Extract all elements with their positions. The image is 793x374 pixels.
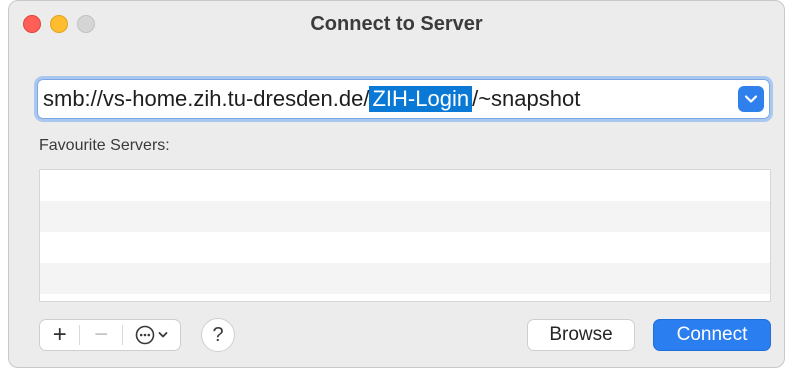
- connect-button[interactable]: Connect: [653, 319, 771, 351]
- question-mark-icon: ?: [212, 323, 224, 346]
- help-button[interactable]: ?: [201, 318, 235, 352]
- list-row: [40, 294, 770, 301]
- address-suffix: /~snapshot: [472, 86, 581, 111]
- title-bar: Connect to Server: [9, 1, 784, 47]
- favourite-servers-list[interactable]: [39, 169, 771, 302]
- chevron-down-icon: [744, 95, 758, 103]
- connect-to-server-window: Connect to Server smb://vs-home.zih.tu-d…: [8, 0, 785, 368]
- ellipsis-circle-icon: [135, 325, 155, 345]
- minus-icon: −: [94, 321, 109, 348]
- recent-servers-dropdown-button[interactable]: [738, 86, 764, 112]
- browse-button[interactable]: Browse: [527, 319, 635, 351]
- list-row: [40, 170, 770, 201]
- list-row: [40, 201, 770, 232]
- more-actions-menu-button[interactable]: [123, 320, 180, 350]
- address-selected-text: ZIH-Login: [369, 86, 473, 112]
- close-window-button[interactable]: [23, 15, 41, 33]
- zoom-window-button[interactable]: [77, 15, 95, 33]
- window-title: Connect to Server: [310, 12, 483, 35]
- server-address-text[interactable]: smb://vs-home.zih.tu-dresden.de/ ZIH-Log…: [43, 86, 580, 112]
- list-row: [40, 232, 770, 263]
- favourites-toolbar: + −: [39, 319, 181, 351]
- plus-icon: +: [52, 321, 67, 348]
- remove-favourite-button[interactable]: −: [80, 320, 121, 350]
- favourite-servers-label: Favourite Servers:: [39, 137, 170, 154]
- minimize-window-button[interactable]: [50, 15, 68, 33]
- add-favourite-button[interactable]: +: [40, 320, 79, 350]
- window-controls: [23, 15, 95, 33]
- list-row: [40, 263, 770, 294]
- server-address-field[interactable]: smb://vs-home.zih.tu-dresden.de/ ZIH-Log…: [37, 79, 770, 119]
- chevron-down-icon: [158, 332, 168, 338]
- address-prefix: smb://vs-home.zih.tu-dresden.de/: [43, 86, 370, 111]
